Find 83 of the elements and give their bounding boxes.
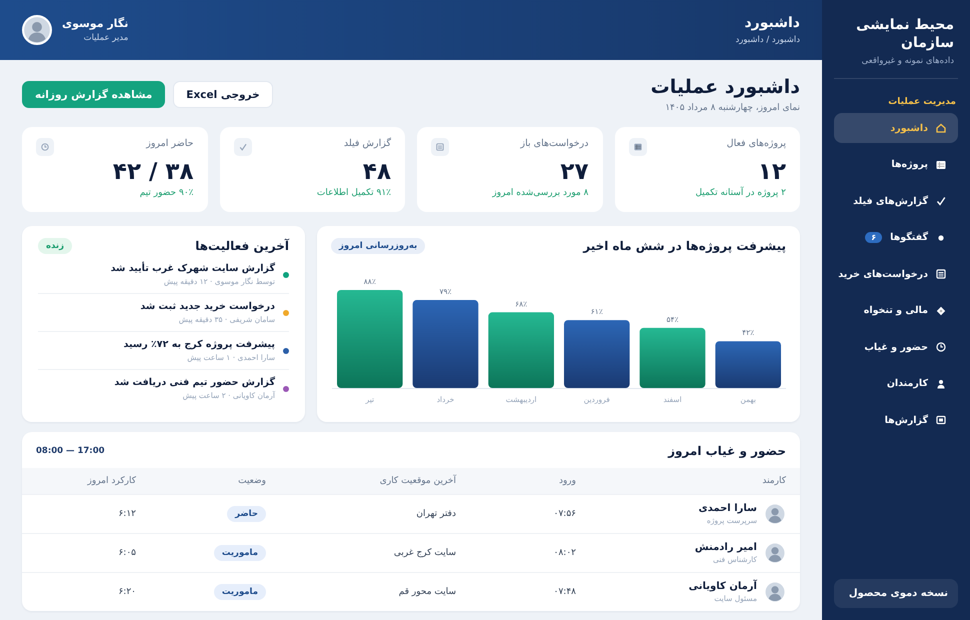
nav-item[interactable]: گزارش‌ها (834, 405, 958, 436)
footer-card: نسخه دموی محصول (834, 579, 958, 608)
app-subtitle: داده‌های نمونه و غیرواقعی (860, 56, 955, 66)
nav-item[interactable]: حضور و غیاب (834, 332, 958, 362)
table-cell: سایت کرج غربی (280, 534, 470, 572)
chart-title: پیشرفت پروژه‌ها در شش ماه اخیر (583, 239, 786, 253)
user-name: نگار موسوی (62, 17, 128, 30)
table-cell: ۰۸:۰۲ (470, 534, 590, 572)
table-title: حضور و غیاب امروز (668, 444, 786, 458)
document-icon (936, 269, 946, 280)
stat-value: ۱۲ (756, 160, 786, 186)
column-header: ورود (470, 468, 590, 494)
table-icon (936, 160, 946, 170)
avatar (22, 15, 52, 45)
date-subtitle: نمای امروز، چهارشنبه ۸ مرداد ۱۴۰۵ (664, 103, 800, 113)
clock-icon (936, 342, 946, 352)
section-label: مدیریت عملیات (887, 97, 957, 108)
status-badge: ماموریت (214, 584, 266, 600)
table-cell: سایت محور قم (280, 572, 470, 611)
nav-item[interactable]: مالی و تنخواه (834, 296, 958, 326)
diamond-icon (936, 306, 946, 316)
nav-item[interactable]: پروژه‌ها (834, 150, 958, 180)
avatar (764, 503, 786, 525)
column-header: کارکرد امروز (22, 468, 150, 494)
table-cell: ۶:۲۰ (22, 572, 150, 611)
user-role: مدیر عملیات (82, 33, 128, 43)
nav-item[interactable]: گفتگوها ۶ (834, 222, 958, 253)
clock-icon (41, 143, 49, 151)
status-badge: ماموریت (214, 545, 266, 561)
page-title: داشبورد (744, 15, 800, 31)
column-header: آخرین موقعیت کاری (280, 468, 470, 494)
column-header: وضعیت (150, 468, 280, 494)
nav-item[interactable]: داشبورد (834, 113, 958, 144)
activity-title: آخرین فعالیت‌ها (195, 239, 289, 253)
chart-bar (564, 320, 630, 388)
table-cell: ۰۷:۵۶ (470, 494, 590, 534)
table-icon (634, 143, 642, 151)
nav-item[interactable]: درخواست‌های خرید (834, 259, 958, 290)
table-cell: ۶:۰۵ (22, 534, 150, 572)
count-badge: ۶ (865, 232, 882, 244)
dashboard-heading: داشبورد عملیات (650, 76, 800, 98)
employee-name: سارا احمدی (698, 503, 757, 514)
stat-note: ۸ مورد بررسی‌شده امروز (491, 188, 588, 198)
employee-name: آرمان کاویانی (688, 581, 757, 592)
live-badge: زنده (38, 238, 72, 254)
stat-note: ۹۱٪ تکمیل اطلاعات (316, 188, 391, 198)
export-button[interactable]: خروجی Excel (173, 81, 273, 108)
stat-label: گزارش فیلد (344, 138, 391, 149)
avatar (764, 581, 786, 603)
nav-item[interactable]: کارمندان (834, 368, 958, 399)
stat-value: ۳۸ / ۴۲ (112, 160, 194, 186)
table-cell: دفتر تهران (280, 494, 470, 534)
activity-text: گزارش سایت شهرک غرب تأیید شد (110, 263, 275, 274)
activity-text: درخواست خرید جدید ثبت شد (140, 301, 275, 312)
stat-note: ۹۰٪ حضور تیم (138, 188, 194, 198)
activity-text: پیشرفت پروژه کرج به ۷۲٪ رسید (123, 339, 275, 350)
chart-bar (640, 328, 706, 388)
avatar (764, 542, 786, 564)
stat-label: حاضر امروز (146, 138, 194, 149)
work-hours: 08:00 — 17:00 (36, 446, 105, 456)
person-icon (936, 378, 946, 389)
check-icon (936, 196, 946, 206)
employee-name: امیر رادمنش (694, 542, 757, 553)
stat-label: درخواست‌های باز (520, 138, 588, 149)
stat-value: ۴۸ (362, 160, 391, 186)
table-cell: ۶:۱۲ (22, 494, 150, 534)
status-badge: حاضر (227, 506, 266, 522)
stat-note: ۲ پروژه در آستانه تکمیل (694, 188, 786, 198)
dot-icon (936, 232, 946, 243)
table-cell: ۰۷:۴۸ (470, 572, 590, 611)
activity-text: گزارش حضور تیم فنی دریافت شد (114, 377, 275, 388)
stat-label: پروژه‌های فعال (726, 138, 786, 149)
home-icon (936, 123, 946, 134)
document-icon (436, 143, 444, 151)
chart-bar (715, 341, 781, 388)
breadcrumb: داشبورد / داشبورد (736, 35, 800, 45)
update-badge: به‌روزرسانی امروز (331, 238, 426, 254)
check-icon (238, 143, 246, 151)
column-header: کارمند (590, 468, 800, 494)
frame-icon (936, 415, 946, 426)
stat-value: ۲۷ (559, 160, 588, 186)
nav-item[interactable]: گزارش‌های فیلد (834, 186, 958, 216)
app-title: محیط نمایشی سازمان (855, 16, 955, 52)
